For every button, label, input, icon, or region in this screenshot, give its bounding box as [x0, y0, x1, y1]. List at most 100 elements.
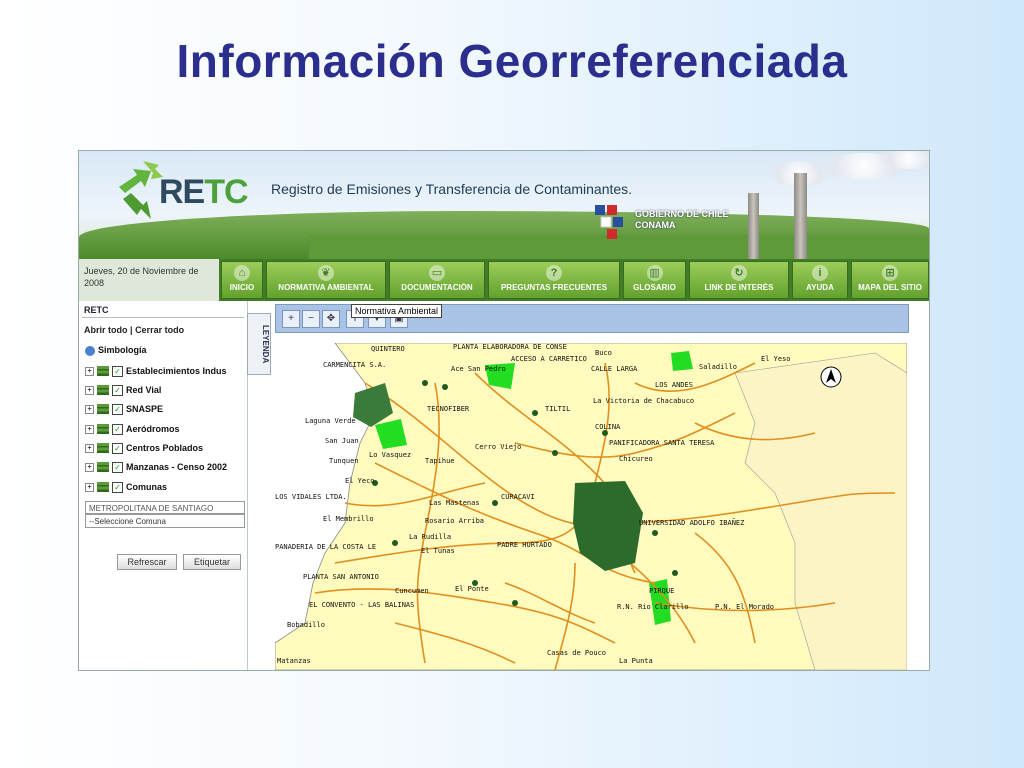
gobierno-text: GOBIERNO DE CHILE CONAMA [635, 209, 729, 230]
place-label: El Yeso [761, 355, 791, 363]
zoom-out-icon[interactable]: − [302, 310, 320, 328]
place-label: La Rudilla [409, 533, 452, 541]
layer-aerodromos[interactable]: + ✓ Aeródromos [85, 422, 180, 436]
comuna-select[interactable]: --Seleccione Comuna [85, 514, 245, 528]
place-label: P.N. El Morado [715, 603, 775, 611]
place-label: Casas de Pouco [547, 649, 607, 657]
place-label: Matanzas [277, 657, 311, 665]
nav-documentacion[interactable]: ▭ DOCUMENTACIÓN [389, 261, 485, 299]
place-label: El Membrillo [323, 515, 374, 523]
place-label: La Punta [619, 657, 653, 665]
place-label: COLINA [595, 423, 621, 431]
place-label: Ace San Pedro [451, 365, 506, 373]
label-button[interactable]: Etiquetar [183, 554, 241, 570]
place-label: Rosario Arriba [425, 517, 485, 525]
nav-inicio[interactable]: ⌂ INICIO [221, 261, 263, 299]
nav-normativa-ambiental[interactable]: ❦ NORMATIVA AMBIENTAL [266, 261, 386, 299]
nav-mapa-del-sitio[interactable]: ⊞ MAPA DEL SITIO [851, 261, 929, 299]
layer-checkbox[interactable]: ✓ [112, 403, 123, 415]
nav-link-de-interes[interactable]: ↻ LINK DE INTERÉS [689, 261, 789, 299]
place-label: PADRE HURTADO [497, 541, 552, 549]
layers-icon [97, 404, 109, 414]
layers-icon [97, 385, 109, 395]
place-label: TECNOFIBER [427, 405, 470, 413]
browser-screenshot: RETC Registro de Emisiones y Transferenc… [78, 150, 930, 671]
sitemap-icon: ⊞ [882, 265, 898, 281]
layer-checkbox[interactable]: ✓ [112, 365, 123, 377]
region-field[interactable]: METROPOLITANA DE SANTIAGO [85, 501, 245, 514]
expand-icon[interactable]: + [85, 366, 94, 376]
layers-icon [97, 366, 109, 376]
expand-icon[interactable]: + [85, 443, 94, 453]
map-graphics [275, 343, 907, 670]
nav-glosario[interactable]: ▥ GLOSARIO [623, 261, 686, 299]
expand-icon[interactable]: + [85, 404, 94, 414]
layers-icon [97, 462, 109, 472]
info-icon: i [812, 265, 828, 281]
pan-icon[interactable]: ✥ [322, 310, 340, 328]
site-banner: RETC Registro de Emisiones y Transferenc… [79, 151, 929, 259]
nav-tooltip: Normativa Ambiental [351, 304, 443, 318]
nav-ayuda[interactable]: i AYUDA [792, 261, 848, 299]
refresh-button[interactable]: Refrescar [117, 554, 177, 570]
layers-icon [97, 482, 109, 492]
slide-title: Información Georreferenciada [176, 35, 848, 87]
book-icon: ▥ [646, 265, 663, 281]
layer-checkbox[interactable]: ✓ [112, 461, 123, 473]
layer-snaspe[interactable]: + ✓ SNASPE [85, 402, 163, 416]
place-label: CALLE LARGA [591, 365, 638, 373]
place-label: Lo Vasquez [369, 451, 412, 459]
place-label: Chicureo [619, 455, 653, 463]
legend-tab[interactable]: LEYENDA [247, 313, 271, 375]
place-label: LOS ANDES [655, 381, 693, 389]
place-label: El Ponte [455, 585, 489, 593]
place-label: R.N. Rio Clarillo [617, 603, 689, 611]
site-subtitle: Registro de Emisiones y Transferencia de… [271, 181, 633, 197]
layer-checkbox[interactable]: ✓ [112, 442, 123, 454]
expand-icon[interactable]: + [85, 482, 94, 492]
symbology-node[interactable]: Simbología [85, 345, 147, 356]
place-label: PANIFICADORA SANTA TERESA [609, 439, 715, 447]
place-label: Bobadillo [287, 621, 325, 629]
place-label: CARMENCITA S.A. [323, 361, 387, 369]
chimney-left [748, 193, 759, 259]
zoom-in-icon[interactable]: + [282, 310, 300, 328]
layer-checkbox[interactable]: ✓ [112, 481, 123, 493]
close-all-link[interactable]: Cerrar todo [135, 325, 184, 335]
nav-preguntas-frecuentes[interactable]: ? PREGUNTAS FRECUENTES [488, 261, 620, 299]
layer-checkbox[interactable]: ✓ [112, 423, 123, 435]
place-label: QUINTERO [371, 345, 405, 353]
layer-red-vial[interactable]: + ✓ Red Vial [85, 383, 161, 397]
layer-centros-poblados[interactable]: + ✓ Centros Poblados [85, 441, 203, 455]
place-label: PIRQUE [649, 587, 675, 595]
place-label: PLANTA SAN ANTONIO [303, 573, 379, 581]
expand-icon[interactable]: + [85, 462, 94, 472]
layer-manzanas[interactable]: + ✓ Manzanas - Censo 2002 [85, 460, 227, 474]
place-label: EL CONVENTO - LAS BALINAS [309, 601, 415, 609]
layer-checkbox[interactable]: ✓ [112, 384, 123, 396]
globe-icon [85, 345, 95, 356]
place-label: Saladillo [699, 363, 737, 371]
place-label: Tapihue [425, 457, 455, 465]
refresh-icon: ↻ [731, 265, 747, 281]
place-label: UNIVERSIDAD ADOLFO IBAÑEZ [639, 519, 745, 527]
place-label: Buco [595, 349, 612, 357]
date-display: Jueves, 20 de Noviembre de 2008 [79, 259, 219, 301]
layer-establecimientos[interactable]: + ✓ Establecimientos Indus [85, 364, 227, 378]
place-label: PANADERIA DE LA COSTA LE [275, 543, 377, 551]
place-label: Laguna Verde [305, 417, 356, 425]
open-all-link[interactable]: Abrir todo [84, 325, 128, 335]
gobierno-chile-logo [593, 201, 629, 246]
tree-controls: Abrir todo | Cerrar todo [84, 325, 185, 335]
place-label: CURACAVI [501, 493, 535, 501]
place-label: La Victoria de Chacabuco [593, 397, 695, 405]
place-label: El Tunas [421, 547, 455, 555]
expand-icon[interactable]: + [85, 424, 94, 434]
map-canvas[interactable]: QUINTERO CARMENCITA S.A. Ace San Pedro P… [275, 343, 907, 670]
place-label: San Juan [325, 437, 359, 445]
expand-icon[interactable]: + [85, 385, 94, 395]
layer-comunas[interactable]: + ✓ Comunas [85, 480, 167, 494]
place-label: Cerro Viejo [475, 443, 522, 451]
retc-arrows-logo [115, 157, 165, 224]
retc-logo-text: RETC [159, 173, 249, 211]
